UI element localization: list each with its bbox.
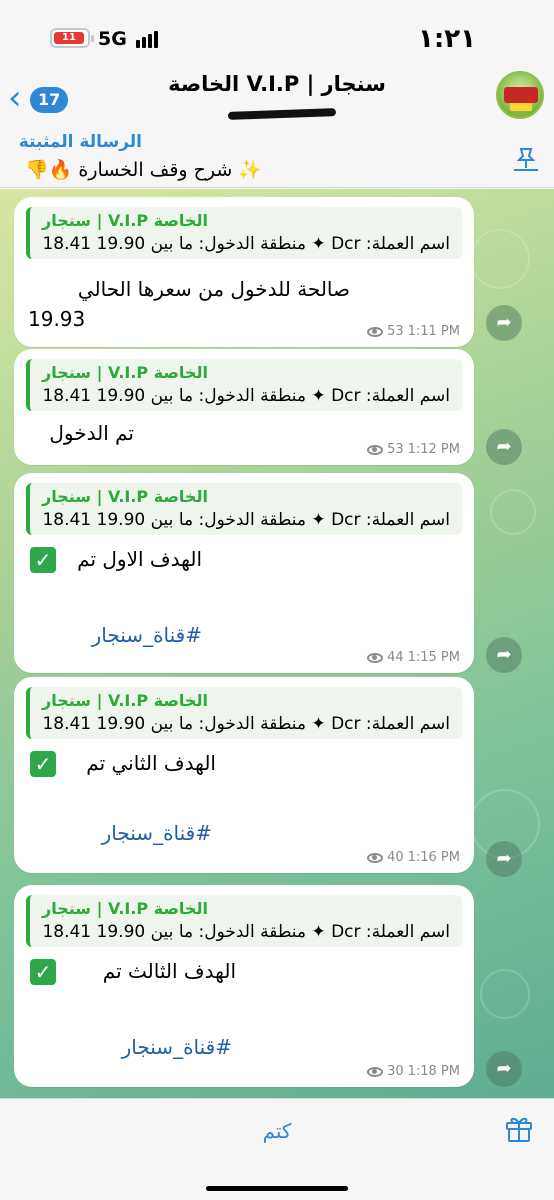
message-time: 1:12 PM xyxy=(407,442,460,457)
reply-title: سنجار | V.I.P الخاصة xyxy=(42,211,208,230)
view-count: 30 xyxy=(387,1064,404,1079)
pinned-text: ✨ شرح وقف الخسارة 🔥👎 xyxy=(25,159,262,181)
chat-header: ‹ 17 سنجار | V.I.P الخاصة xyxy=(0,70,554,128)
back-chevron-icon[interactable]: ‹ xyxy=(8,81,22,115)
message-time: 1:15 PM xyxy=(407,650,460,665)
message-text: تم الدخول xyxy=(49,421,134,445)
view-count: 44 xyxy=(387,650,404,665)
unread-count-badge[interactable]: 17 xyxy=(30,87,69,113)
hashtag-link[interactable]: #قناة_سنجار xyxy=(102,821,212,845)
eye-icon xyxy=(367,652,384,663)
checkmark-icon: ✓ xyxy=(30,751,56,777)
pinned-message-bar[interactable]: الرسالة المثبتة ✨ شرح وقف الخسارة 🔥👎 xyxy=(0,128,554,188)
message-meta: 44 1:15 PM xyxy=(367,650,460,665)
reply-line: اسم العملة: Dcr ✦ منطقة الدخول: ما بين 1… xyxy=(42,922,450,942)
mute-button[interactable]: كتم xyxy=(0,1119,554,1143)
message-text: الهدف الاول تم xyxy=(77,547,202,571)
reply-title: سنجار | V.I.P الخاصة xyxy=(42,691,208,710)
share-arrow-icon[interactable]: ➦ xyxy=(486,429,522,465)
eye-icon xyxy=(367,852,384,863)
share-arrow-icon[interactable]: ➦ xyxy=(486,637,522,673)
share-arrow-icon[interactable]: ➦ xyxy=(486,1051,522,1087)
message-meta: 30 1:18 PM xyxy=(367,1064,460,1079)
share-arrow-icon[interactable]: ➦ xyxy=(486,841,522,877)
message-time: 1:18 PM xyxy=(407,1064,460,1079)
share-arrow-icon[interactable]: ➦ xyxy=(486,305,522,341)
reply-quote[interactable]: سنجار | V.I.P الخاصة اسم العملة: Dcr ✦ م… xyxy=(26,483,462,535)
checkmark-icon: ✓ xyxy=(30,959,56,985)
reply-line: اسم العملة: Dcr ✦ منطقة الدخول: ما بين 1… xyxy=(42,510,450,530)
view-count: 53 xyxy=(387,324,404,339)
signal-icon xyxy=(136,28,158,48)
eye-icon xyxy=(367,326,384,337)
message-bubble[interactable]: سنجار | V.I.P الخاصة اسم العملة: Dcr ✦ م… xyxy=(14,349,474,465)
eye-icon xyxy=(367,1066,384,1077)
message-time: 1:16 PM xyxy=(407,850,460,865)
gift-icon[interactable] xyxy=(504,1113,534,1143)
view-count: 53 xyxy=(387,442,404,457)
reply-quote[interactable]: سنجار | V.I.P الخاصة اسم العملة: Dcr ✦ م… xyxy=(26,207,462,259)
message-text: الهدف الثاني تم xyxy=(86,751,216,775)
hashtag-link[interactable]: #قناة_سنجار xyxy=(92,623,202,647)
message-meta: 53 1:11 PM xyxy=(367,324,460,339)
message-meta: 53 1:12 PM xyxy=(367,442,460,457)
pin-list-icon[interactable] xyxy=(512,146,540,172)
message-bubble[interactable]: سنجار | V.I.P الخاصة اسم العملة: Dcr ✦ م… xyxy=(14,885,474,1087)
home-indicator[interactable] xyxy=(206,1186,348,1191)
message-text-price: 19.93 xyxy=(28,307,86,331)
message-text: صالحة للدخول من سعرها الحالي xyxy=(77,277,350,301)
message-bubble[interactable]: سنجار | V.I.P الخاصة اسم العملة: Dcr ✦ م… xyxy=(14,677,474,873)
reply-title: سنجار | V.I.P الخاصة xyxy=(42,899,208,918)
bottom-bar: كتم xyxy=(0,1098,554,1200)
reply-line: اسم العملة: Dcr ✦ منطقة الدخول: ما بين 1… xyxy=(42,386,450,406)
reply-quote[interactable]: سنجار | V.I.P الخاصة اسم العملة: Dcr ✦ م… xyxy=(26,359,462,411)
view-count: 40 xyxy=(387,850,404,865)
message-text: الهدف الثالث تم xyxy=(102,959,236,983)
message-bubble[interactable]: سنجار | V.I.P الخاصة اسم العملة: Dcr ✦ م… xyxy=(14,197,474,347)
reply-title: سنجار | V.I.P الخاصة xyxy=(42,487,208,506)
pinned-title: الرسالة المثبتة xyxy=(18,132,142,152)
message-time: 1:11 PM xyxy=(407,324,460,339)
hashtag-link[interactable]: #قناة_سنجار xyxy=(122,1035,232,1059)
chat-area[interactable]: سنجار | V.I.P الخاصة اسم العملة: Dcr ✦ م… xyxy=(0,189,554,1098)
message-bubble[interactable]: سنجار | V.I.P الخاصة اسم العملة: Dcr ✦ م… xyxy=(14,473,474,673)
clock: ١:٢١ xyxy=(417,24,476,54)
checkmark-icon: ✓ xyxy=(30,547,56,573)
reply-line: اسم العملة: Dcr ✦ منطقة الدخول: ما بين 1… xyxy=(42,714,450,734)
network-label: 5G xyxy=(98,28,127,50)
reply-quote[interactable]: سنجار | V.I.P الخاصة اسم العملة: Dcr ✦ م… xyxy=(26,895,462,947)
reply-line: اسم العملة: Dcr ✦ منطقة الدخول: ما بين 1… xyxy=(42,234,450,254)
reply-title: سنجار | V.I.P الخاصة xyxy=(42,363,208,382)
chat-title[interactable]: سنجار | V.I.P الخاصة xyxy=(70,72,484,96)
battery-level: 11 xyxy=(54,32,84,44)
redaction-scribble xyxy=(227,108,337,120)
status-bar: 11 5G ١:٢١ xyxy=(0,0,554,70)
battery-icon: 11 xyxy=(50,28,94,48)
message-meta: 40 1:16 PM xyxy=(367,850,460,865)
channel-avatar[interactable] xyxy=(496,71,544,119)
reply-quote[interactable]: سنجار | V.I.P الخاصة اسم العملة: Dcr ✦ م… xyxy=(26,687,462,739)
eye-icon xyxy=(367,444,384,455)
